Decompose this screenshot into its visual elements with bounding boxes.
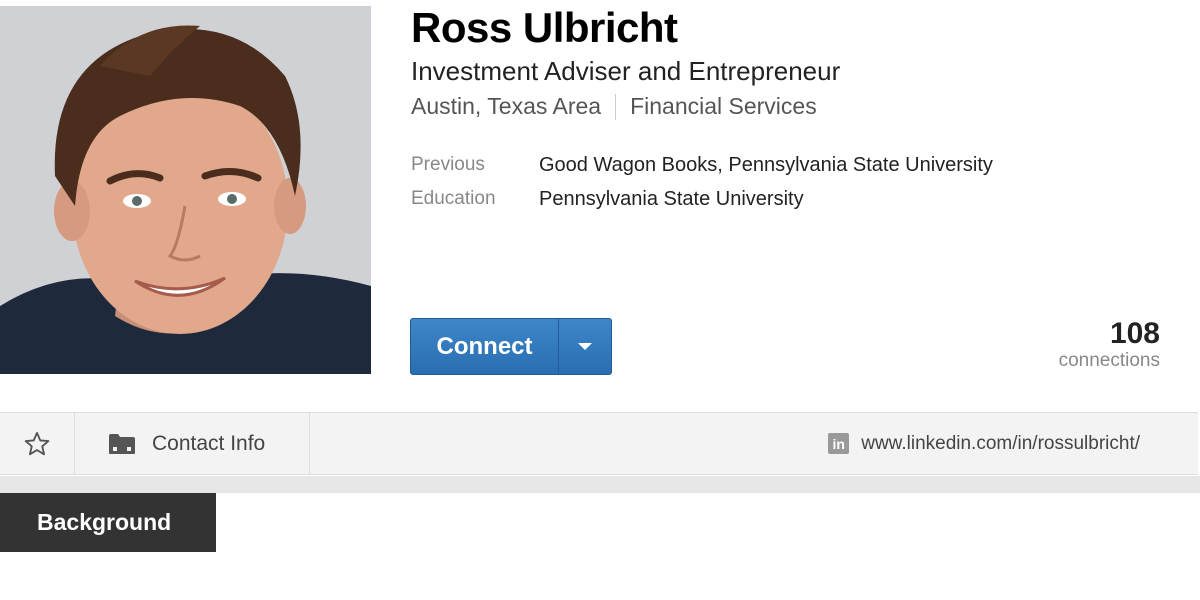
profile-card: Ross Ulbricht Investment Adviser and Ent…: [0, 0, 1200, 412]
connect-button-group: Connect: [410, 318, 612, 375]
profile-industry[interactable]: Financial Services: [630, 93, 817, 120]
fact-row-education: Education Pennsylvania State University: [411, 182, 993, 216]
location-divider: [615, 93, 617, 120]
contact-info-label: Contact Info: [152, 431, 266, 455]
profile-headline: Investment Adviser and Entrepreneur: [411, 56, 841, 86]
profile-facts: Previous Good Wagon Books, Pennsylvania …: [411, 148, 993, 216]
contact-info-button[interactable]: Contact Info: [75, 413, 310, 474]
profile-action-bar: Contact Info in www.linkedin.com/in/ross…: [0, 412, 1198, 475]
connect-button[interactable]: Connect: [411, 319, 559, 374]
profile-location[interactable]: Austin, Texas Area: [411, 93, 601, 120]
folder-icon: [109, 433, 135, 454]
profile-photo[interactable]: [0, 6, 371, 374]
linkedin-icon: in: [828, 433, 850, 454]
connections-label: connections: [1058, 350, 1160, 371]
chevron-down-icon: [578, 343, 592, 350]
follow-star-button[interactable]: [0, 413, 75, 474]
profile-url-link[interactable]: www.linkedin.com/in/rossulbricht/: [861, 433, 1140, 455]
connect-dropdown-button[interactable]: [559, 319, 611, 374]
connections-count: 108: [1109, 317, 1160, 350]
fact-row-previous: Previous Good Wagon Books, Pennsylvania …: [411, 148, 993, 182]
fact-label-education: Education: [411, 188, 496, 209]
fact-value-previous[interactable]: Good Wagon Books, Pennsylvania State Uni…: [539, 154, 993, 177]
profile-name: Ross Ulbricht: [411, 4, 678, 51]
profile-url-area: in www.linkedin.com/in/rossulbricht/: [310, 433, 1198, 455]
star-icon: [24, 431, 50, 455]
fact-label-previous: Previous: [411, 154, 485, 175]
section-divider: [0, 476, 1200, 493]
profile-photo-image: [0, 6, 371, 374]
fact-value-education[interactable]: Pennsylvania State University: [539, 188, 804, 211]
connections-summary: 108 connections: [1059, 318, 1160, 372]
location-row: Austin, Texas Area Financial Services: [411, 93, 817, 120]
background-section-tab[interactable]: Background: [0, 493, 216, 552]
